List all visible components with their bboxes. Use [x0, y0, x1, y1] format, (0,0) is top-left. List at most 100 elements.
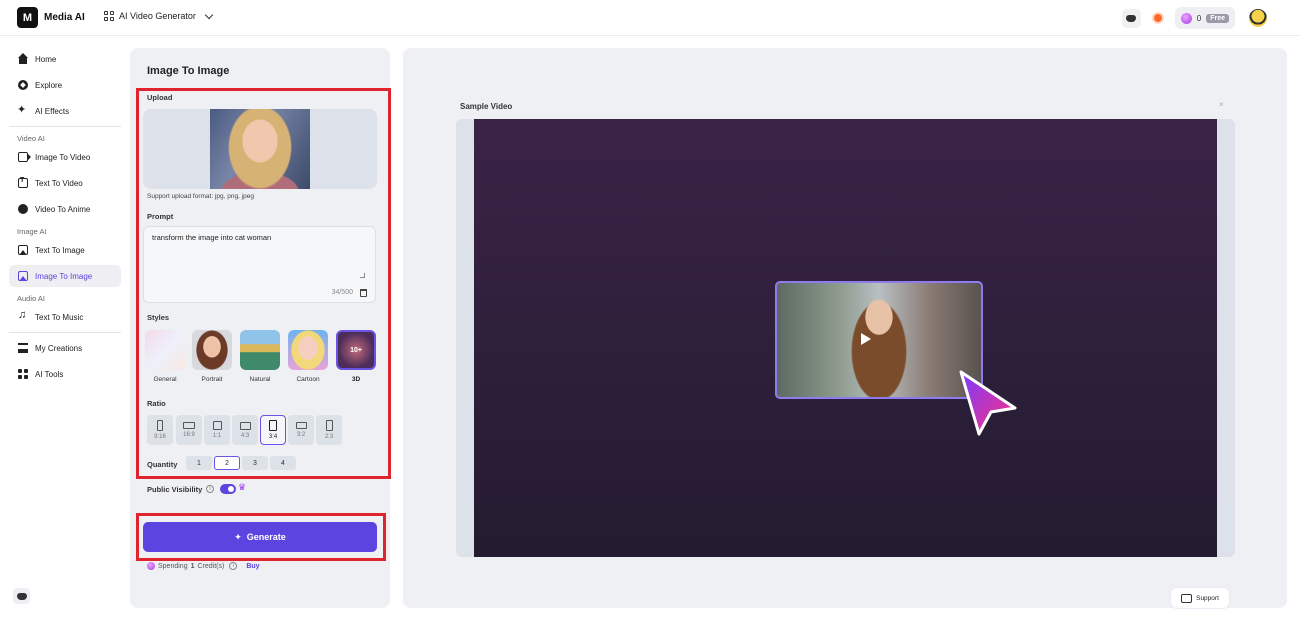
- ratio-9-16[interactable]: 9:16: [147, 415, 173, 445]
- video-background: [474, 119, 1217, 557]
- ratio-landscape-icon: [239, 421, 251, 430]
- settings-panel: Image To Image Upload Support upload for…: [130, 48, 391, 608]
- generate-label: Generate: [246, 532, 286, 542]
- styles-label: Styles: [147, 313, 170, 322]
- ratio-square-icon: [212, 421, 222, 430]
- discord-icon: [1126, 14, 1137, 22]
- sidebar-item-image-to-image[interactable]: Image To Image: [9, 265, 121, 287]
- style-general[interactable]: [145, 330, 185, 370]
- spending-suffix: Credit(s): [197, 562, 225, 570]
- sidebar-item-label: Home: [35, 54, 57, 64]
- prompt-counter: 34/500: [331, 289, 353, 296]
- info-icon[interactable]: i: [229, 562, 238, 570]
- public-visibility-toggle[interactable]: [220, 484, 236, 494]
- sidebar-item-image-to-video[interactable]: Image To Video: [9, 146, 121, 168]
- ratio-value: 1:1: [212, 433, 222, 439]
- prompt-label: Prompt: [147, 212, 174, 221]
- sidebar-item-home[interactable]: Home: [9, 48, 121, 70]
- crown-icon: ♛: [238, 482, 247, 492]
- video-icon: [18, 152, 31, 162]
- ratio-value: 16:9: [183, 432, 195, 438]
- sidebar-item-ai-tools[interactable]: AI Tools: [9, 363, 121, 385]
- ratio-label: Ratio: [147, 399, 166, 408]
- quantity-2[interactable]: 2: [214, 456, 240, 470]
- sidebar-divider: [9, 126, 121, 127]
- top-bar: M Media AI AI Video Generator 0 Free: [0, 0, 1300, 36]
- sidebar-item-text-to-image[interactable]: Text To Image: [9, 239, 121, 261]
- style-portrait[interactable]: [192, 330, 232, 370]
- style-more-badge: 10+: [350, 346, 362, 354]
- sidebar-item-label: Text To Image: [35, 245, 85, 255]
- sidebar-item-label: Text To Video: [35, 178, 83, 188]
- style-label-natural: Natural: [249, 376, 271, 383]
- spending-info: Spending 1 Credit(s) i Buy: [147, 562, 260, 570]
- app-name: Media AI: [44, 12, 85, 23]
- sidebar-item-label: Text To Music: [35, 312, 84, 322]
- sample-video-title: Sample Video: [460, 102, 513, 111]
- generate-button[interactable]: ✦ Generate: [143, 522, 377, 552]
- sidebar-item-label: Explore: [35, 80, 63, 90]
- ratio-portrait-icon: [157, 420, 163, 431]
- sidebar-item-text-to-video[interactable]: Text To Video: [9, 172, 121, 194]
- ratio-1-1[interactable]: 1:1: [204, 415, 230, 445]
- upload-dropzone[interactable]: [143, 109, 377, 189]
- spending-amount: 1: [190, 562, 195, 570]
- sidebar-item-text-to-music[interactable]: Text To Music: [9, 306, 121, 328]
- buy-link[interactable]: Buy: [246, 563, 259, 570]
- tool-switcher[interactable]: AI Video Generator: [104, 10, 214, 21]
- sidebar-item-video-to-anime[interactable]: Video To Anime: [9, 198, 121, 220]
- quantity-1[interactable]: 1: [186, 456, 212, 470]
- ratio-3-4[interactable]: 3:4: [260, 415, 286, 445]
- sidebar-item-label: AI Effects: [35, 106, 70, 116]
- prompt-text: transform the image into cat woman: [152, 233, 272, 242]
- chevron-down-icon: [204, 10, 214, 19]
- creations-icon: [18, 343, 28, 353]
- style-natural[interactable]: [240, 330, 280, 370]
- sample-video[interactable]: [456, 119, 1235, 557]
- credit-count: 0: [1196, 13, 1202, 23]
- quantity-3[interactable]: 3: [242, 456, 268, 470]
- style-label-general: General: [153, 376, 177, 383]
- play-icon[interactable]: [861, 333, 871, 345]
- style-3d[interactable]: 10+: [336, 330, 376, 370]
- notification-icon[interactable]: [1153, 14, 1162, 22]
- sidebar-item-ai-effects[interactable]: AI Effects: [9, 100, 121, 122]
- upload-label: Upload: [147, 93, 173, 102]
- sidebar-discord-button[interactable]: [13, 588, 30, 604]
- discord-button[interactable]: [1121, 8, 1141, 28]
- public-visibility-label: Public Visibility: [147, 485, 203, 494]
- avatar[interactable]: [1249, 9, 1267, 27]
- style-label-3d: 3D: [351, 376, 361, 383]
- style-cartoon[interactable]: [288, 330, 328, 370]
- info-icon[interactable]: i: [206, 485, 214, 493]
- anime-icon: [18, 204, 28, 214]
- quantity-4[interactable]: 4: [270, 456, 296, 470]
- sidebar-item-label: My Creations: [35, 343, 83, 353]
- sample-video-thumbnail[interactable]: [775, 281, 983, 399]
- resize-handle-icon[interactable]: [360, 273, 365, 278]
- ratio-value: 3:2: [296, 432, 306, 438]
- ratio-16-9[interactable]: 16:9: [176, 415, 202, 445]
- coin-icon: [1180, 12, 1192, 24]
- uploaded-image: [210, 109, 310, 189]
- ratio-4-3[interactable]: 4:3: [232, 415, 258, 445]
- ratio-3-2[interactable]: 3:2: [288, 415, 314, 445]
- ratio-landscape-icon: [295, 422, 307, 429]
- apps-icon: [18, 369, 28, 379]
- quantity-label: Quantity: [147, 460, 178, 469]
- ratio-2-3[interactable]: 2:3: [316, 415, 342, 445]
- app-logo[interactable]: M Media AI: [17, 7, 85, 28]
- prompt-input[interactable]: transform the image into cat woman 34/50…: [143, 226, 376, 303]
- credits-pill[interactable]: 0 Free: [1174, 7, 1235, 29]
- sidebar-item-my-creations[interactable]: My Creations: [9, 337, 121, 359]
- trash-icon[interactable]: [360, 289, 367, 297]
- chat-icon: [1181, 593, 1193, 603]
- panel-title: Image To Image: [147, 65, 230, 77]
- section-audio-ai: Audio AI: [17, 294, 45, 303]
- section-video-ai: Video AI: [17, 134, 45, 143]
- support-button[interactable]: Support: [1171, 588, 1229, 608]
- logo-mark-icon: M: [17, 7, 38, 28]
- sidebar-item-explore[interactable]: Explore: [9, 74, 121, 96]
- close-icon[interactable]: ×: [1219, 100, 1224, 109]
- image-icon: [18, 245, 28, 255]
